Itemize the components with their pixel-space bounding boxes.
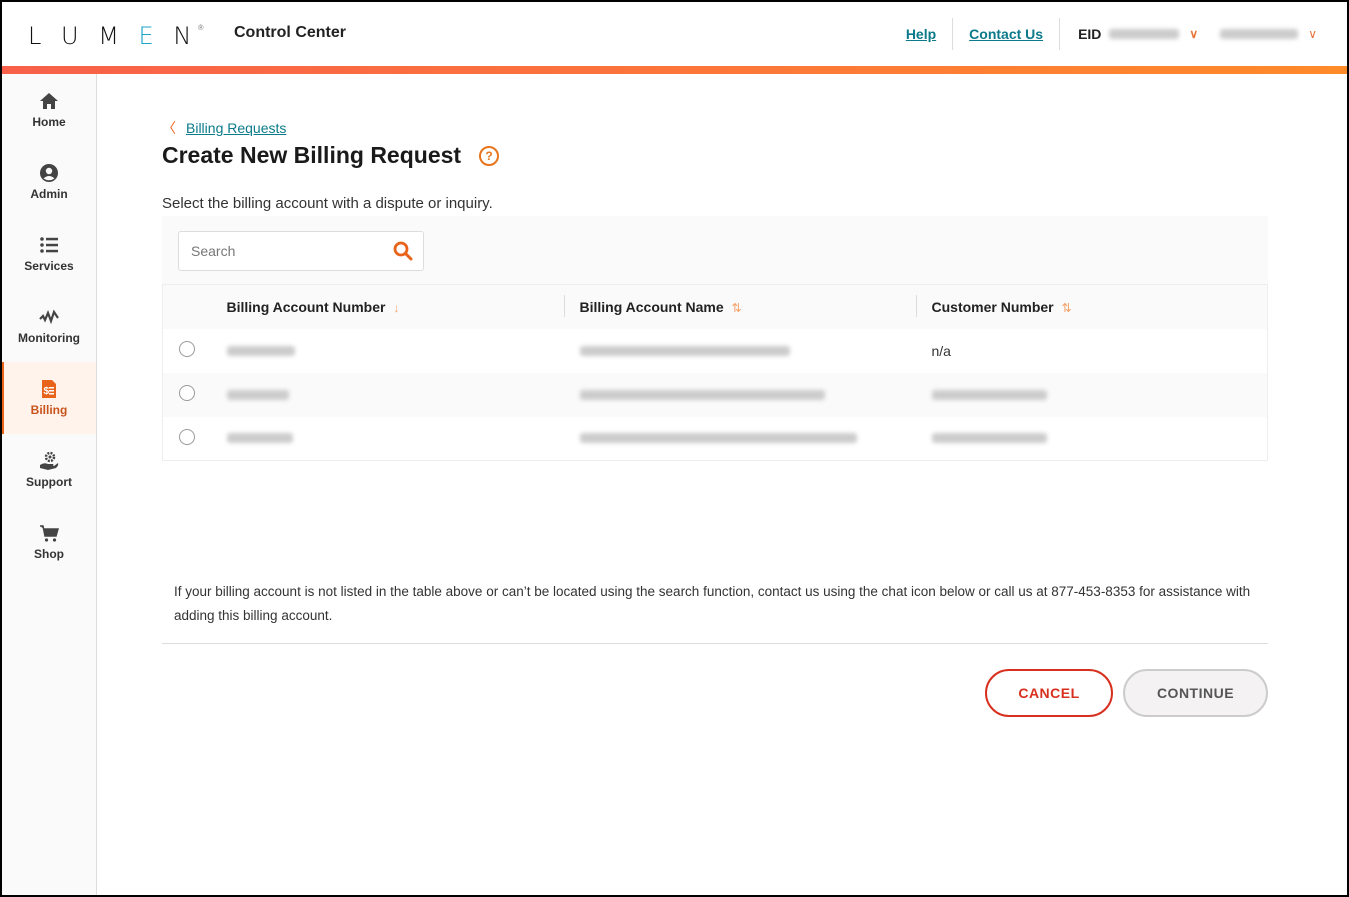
account-name-redacted bbox=[579, 433, 857, 444]
breadcrumb-billing-requests-link[interactable]: Billing Requests bbox=[186, 120, 286, 136]
account-name-redacted bbox=[579, 345, 790, 356]
sidebar-item-label: Shop bbox=[34, 547, 64, 561]
customer-number-redacted bbox=[931, 389, 1047, 400]
svg-text:$: $ bbox=[44, 386, 50, 397]
sidebar-item-label: Admin bbox=[30, 187, 68, 201]
help-circle-icon[interactable]: ? bbox=[479, 145, 500, 166]
table-row[interactable]: n/a bbox=[163, 329, 1268, 373]
app-title: Control Center bbox=[234, 24, 346, 41]
chevron-down-icon: ∨ bbox=[1189, 27, 1199, 41]
list-icon bbox=[40, 237, 58, 253]
search-icon[interactable] bbox=[393, 241, 413, 261]
search-box[interactable] bbox=[178, 231, 424, 271]
sidebar-item-label: Billing bbox=[30, 403, 68, 417]
billing-accounts-table: Billing Account Number ↓ Billing Account … bbox=[162, 284, 1268, 461]
continue-button[interactable]: CONTINUE bbox=[1123, 669, 1268, 717]
pulse-icon bbox=[39, 309, 59, 325]
sidebar-item-label: Home bbox=[32, 115, 66, 129]
sidebar-nav: Home Admin Services Monitoring $ Billing… bbox=[2, 74, 97, 895]
sidebar-item-billing[interactable]: $ Billing bbox=[2, 362, 96, 434]
help-link[interactable]: Help bbox=[890, 26, 952, 42]
help-note: If your billing account is not listed in… bbox=[174, 584, 1251, 623]
chevron-left-icon[interactable]: 〈 bbox=[162, 118, 176, 138]
breadcrumb: 〈 Billing Requests bbox=[162, 118, 286, 138]
support-hand-gear-icon bbox=[40, 451, 59, 470]
sidebar-item-label: Services bbox=[24, 259, 74, 273]
instruction-text: Select the billing account with a disput… bbox=[162, 195, 493, 212]
page-title: Create New Billing Request ? bbox=[162, 142, 500, 169]
billing-accounts-table-wrap: Billing Account Number↓ Billing Account … bbox=[162, 216, 1268, 461]
table-header-row: Billing Account Number ↓ Billing Account … bbox=[162, 284, 1268, 329]
cart-icon bbox=[40, 525, 59, 542]
account-number-redacted bbox=[226, 389, 289, 400]
user-menu[interactable]: ∨ bbox=[1220, 27, 1317, 41]
customer-number-redacted bbox=[931, 433, 1047, 444]
contact-us-link[interactable]: Contact Us bbox=[953, 26, 1059, 42]
cancel-button[interactable]: CANCEL bbox=[985, 669, 1113, 717]
search-input[interactable] bbox=[191, 243, 371, 259]
divider bbox=[162, 643, 1268, 644]
customer-number: n/a bbox=[931, 342, 951, 359]
search-area bbox=[162, 216, 1268, 284]
home-icon bbox=[40, 93, 58, 109]
lumen-logo[interactable]: L U M E N® bbox=[28, 22, 204, 50]
sidebar-item-monitoring[interactable]: Monitoring bbox=[2, 290, 96, 362]
column-header-customer-number[interactable]: Customer Number ⇅ bbox=[915, 285, 1268, 329]
chevron-down-icon: ∨ bbox=[1308, 27, 1317, 41]
account-number-redacted bbox=[226, 433, 293, 444]
brand-gradient-bar bbox=[2, 66, 1347, 74]
eid-value-redacted bbox=[1109, 29, 1180, 39]
table-row[interactable] bbox=[163, 417, 1268, 461]
account-number-redacted bbox=[226, 345, 295, 356]
row-radio[interactable] bbox=[179, 341, 195, 357]
top-links: Help Contact Us EID ∨ ∨ bbox=[890, 18, 1317, 50]
column-header-account-number[interactable]: Billing Account Number ↓ bbox=[227, 285, 564, 329]
sidebar-item-services[interactable]: Services bbox=[2, 218, 96, 290]
sort-descending-icon[interactable]: ↓ bbox=[393, 301, 399, 315]
eid-label: EID bbox=[1078, 26, 1102, 42]
sidebar-item-shop[interactable]: Shop bbox=[2, 506, 96, 578]
sort-toggle-icon[interactable]: ⇅ bbox=[732, 301, 742, 315]
billing-doc-icon: $ bbox=[42, 380, 56, 398]
sort-toggle-icon[interactable]: ⇅ bbox=[1062, 301, 1072, 315]
eid-selector[interactable]: EID ∨ bbox=[1060, 26, 1198, 42]
action-buttons: CANCEL CONTINUE bbox=[985, 669, 1268, 717]
table-row[interactable] bbox=[162, 372, 1268, 417]
account-name-redacted bbox=[579, 389, 825, 400]
select-column-header bbox=[163, 285, 227, 329]
sidebar-item-home[interactable]: Home bbox=[2, 74, 96, 146]
row-radio[interactable] bbox=[179, 428, 195, 445]
sidebar-item-label: Monitoring bbox=[18, 331, 80, 345]
sidebar-item-admin[interactable]: Admin bbox=[2, 146, 96, 218]
sidebar-item-label: Support bbox=[26, 475, 72, 489]
row-radio[interactable] bbox=[179, 385, 195, 401]
user-circle-icon bbox=[40, 164, 58, 182]
user-name-redacted bbox=[1220, 29, 1299, 39]
top-header: L U M E N® Control Center Help Contact U… bbox=[2, 2, 1347, 66]
sidebar-item-support[interactable]: Support bbox=[2, 434, 96, 506]
page-title-text: Create New Billing Request bbox=[162, 142, 462, 168]
column-header-account-name[interactable]: Billing Account Name ⇅ bbox=[563, 285, 916, 329]
